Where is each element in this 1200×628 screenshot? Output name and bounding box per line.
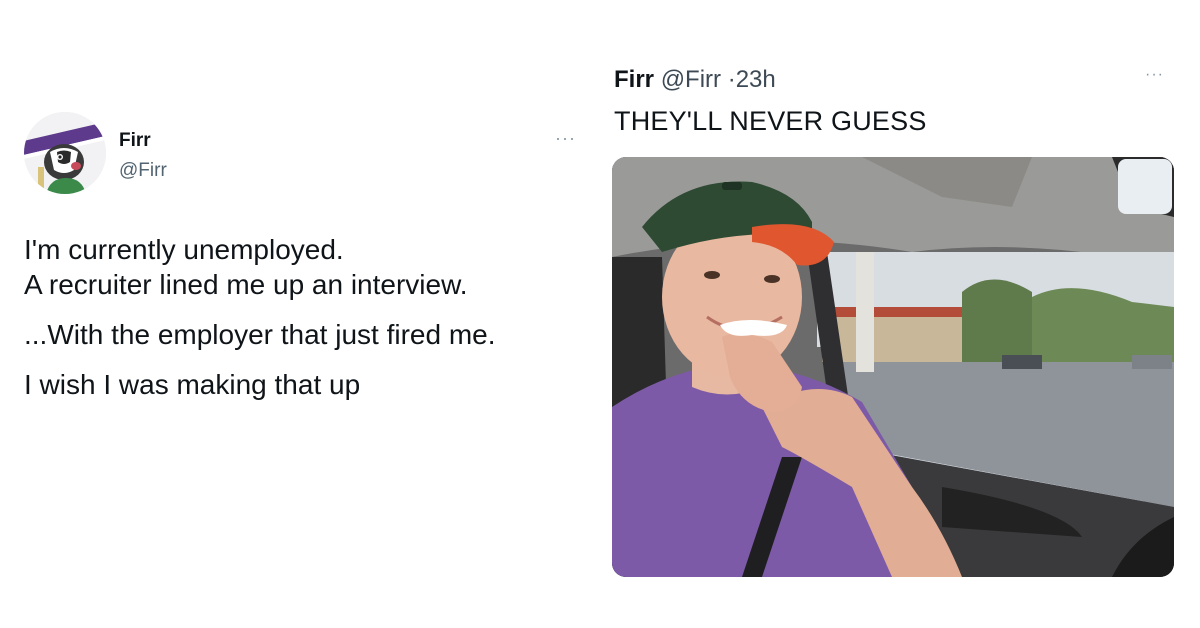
meta-separator: · [727,66,736,93]
tweet-header: Firr @Firr ·23h [614,66,776,94]
photo-man-in-car-with-fake-mustache-icon [612,157,1174,577]
tweet-left: Firr @Firr ··· I'm currently unemployed.… [0,0,600,628]
author-handle[interactable]: @Firr [119,160,167,182]
avatar[interactable] [24,112,106,194]
tweet-paragraph: ...With the employer that just fired me. [24,319,496,350]
tweet-paragraph: I'm currently unemployed. A recruiter li… [24,234,468,300]
author-handle[interactable]: @Firr [661,66,721,93]
tweet-photo[interactable] [612,157,1174,577]
more-options-icon[interactable]: ··· [1145,66,1164,84]
tweet-text: I'm currently unemployed. A recruiter li… [24,232,584,417]
tweet-text: THEY'LL NEVER GUESS [614,106,927,136]
more-options-icon[interactable]: ··· [555,128,576,149]
timestamp[interactable]: 23h [736,66,776,93]
tweet-paragraph: I wish I was making that up [24,369,361,400]
author-name[interactable]: Firr [614,66,654,93]
tweet-right: Firr @Firr ·23h ··· THEY'LL NEVER GUESS [600,0,1200,628]
avatar-illustration [24,112,106,194]
author-name[interactable]: Firr [119,130,151,152]
